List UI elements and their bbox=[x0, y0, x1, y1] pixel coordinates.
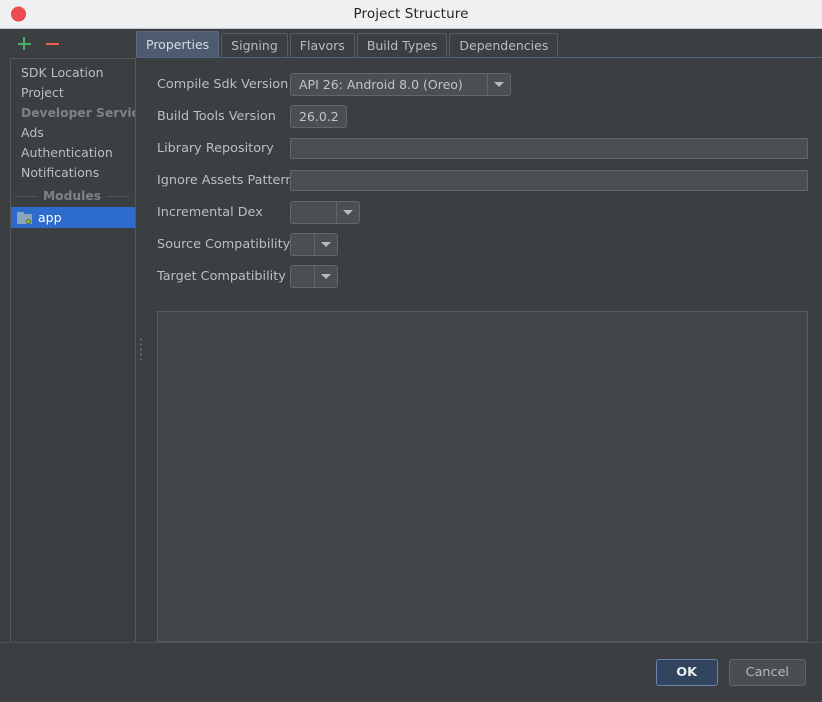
sidebar-item-app[interactable]: app bbox=[11, 207, 135, 228]
plus-icon[interactable] bbox=[14, 34, 34, 54]
split-pane: SDK Location Project Developer Servic...… bbox=[0, 58, 822, 642]
form-row-ignore-assets-pattern: Ignore Assets Pattern bbox=[157, 164, 808, 196]
tab-signing[interactable]: Signing bbox=[221, 33, 288, 57]
tab-label: Flavors bbox=[299, 38, 345, 53]
ignore-assets-pattern-input[interactable] bbox=[290, 169, 808, 191]
form-row-build-tools-version: Build Tools Version 26.0.2 bbox=[157, 100, 808, 132]
target-compatibility-value bbox=[291, 266, 314, 287]
modules-group-separator: Modules bbox=[11, 186, 135, 206]
form-row-source-compatibility: Source Compatibility bbox=[157, 228, 808, 260]
modules-group-label: Modules bbox=[42, 189, 102, 203]
separator-line-right bbox=[107, 195, 129, 197]
library-repository-input[interactable] bbox=[290, 137, 808, 159]
title-bar: Project Structure bbox=[0, 0, 822, 29]
source-compatibility-combo[interactable] bbox=[290, 232, 338, 256]
empty-content-panel bbox=[157, 311, 808, 642]
tab-label: Dependencies bbox=[459, 38, 549, 53]
cancel-button[interactable]: Cancel bbox=[728, 659, 806, 686]
dialog-body: Properties Signing Flavors Build Types D… bbox=[0, 29, 822, 702]
source-compatibility-value bbox=[291, 234, 314, 255]
tab-dependencies[interactable]: Dependencies bbox=[449, 33, 559, 57]
label-target-compatibility: Target Compatibility bbox=[157, 268, 286, 284]
tab-build-types[interactable]: Build Types bbox=[356, 33, 448, 57]
close-icon[interactable] bbox=[11, 6, 26, 22]
sidebar-toolbar bbox=[0, 29, 136, 58]
project-structure-window: Project Structure Properties Signing Fla… bbox=[0, 0, 822, 702]
label-incremental-dex: Incremental Dex bbox=[157, 204, 263, 220]
chevron-down-icon[interactable] bbox=[336, 201, 359, 223]
minus-icon[interactable] bbox=[42, 34, 62, 54]
properties-form: Compile Sdk Version API 26: Android 8.0 … bbox=[146, 58, 808, 292]
form-row-incremental-dex: Incremental Dex bbox=[157, 196, 808, 228]
label-library-repository: Library Repository bbox=[157, 140, 274, 156]
incremental-dex-combo[interactable] bbox=[290, 200, 360, 224]
compile-sdk-version-combo[interactable]: API 26: Android 8.0 (Oreo) bbox=[290, 72, 511, 96]
chevron-down-icon[interactable] bbox=[487, 73, 510, 95]
sidebar-header-developer-services: Developer Servic... bbox=[21, 106, 135, 120]
label-source-compatibility: Source Compatibility bbox=[157, 236, 291, 252]
label-ignore-assets-pattern: Ignore Assets Pattern bbox=[157, 172, 294, 188]
sidebar-item-notifications[interactable]: Notifications bbox=[11, 163, 135, 183]
tab-label: Build Types bbox=[366, 38, 438, 53]
label-build-tools-version: Build Tools Version bbox=[157, 108, 276, 124]
incremental-dex-value bbox=[291, 202, 336, 223]
label-compile-sdk-version: Compile Sdk Version bbox=[157, 76, 289, 92]
pane-splitter[interactable] bbox=[136, 58, 146, 642]
form-row-compile-sdk-version: Compile Sdk Version API 26: Android 8.0 … bbox=[157, 68, 808, 100]
sidebar-item-label: app bbox=[38, 209, 62, 225]
tab-bar: Properties Signing Flavors Build Types D… bbox=[136, 29, 822, 58]
chevron-down-icon[interactable] bbox=[314, 265, 337, 287]
tab-flavors[interactable]: Flavors bbox=[289, 33, 355, 57]
compile-sdk-version-value: API 26: Android 8.0 (Oreo) bbox=[299, 76, 463, 92]
sidebar-item-authentication[interactable]: Authentication bbox=[11, 143, 135, 163]
tab-label: Properties bbox=[146, 37, 210, 52]
window-title: Project Structure bbox=[353, 6, 469, 22]
sidebar-item-sdk-location[interactable]: SDK Location bbox=[11, 63, 135, 83]
top-row: Properties Signing Flavors Build Types D… bbox=[0, 29, 822, 58]
dialog-footer: OK Cancel bbox=[0, 642, 822, 702]
form-row-library-repository: Library Repository bbox=[157, 132, 808, 164]
properties-panel: Compile Sdk Version API 26: Android 8.0 … bbox=[146, 58, 822, 642]
sidebar-item-project[interactable]: Project bbox=[11, 83, 135, 103]
ok-button[interactable]: OK bbox=[655, 659, 718, 686]
folder-icon bbox=[17, 211, 32, 224]
tab-label: Signing bbox=[231, 38, 278, 53]
sidebar-item-ads[interactable]: Ads bbox=[11, 123, 135, 143]
target-compatibility-combo[interactable] bbox=[290, 264, 338, 288]
separator-line-left bbox=[15, 195, 37, 197]
build-tools-version-value: 26.0.2 bbox=[299, 108, 339, 124]
form-row-target-compatibility: Target Compatibility bbox=[157, 260, 808, 292]
tab-properties[interactable]: Properties bbox=[136, 31, 220, 57]
chevron-down-icon[interactable] bbox=[314, 233, 337, 255]
splitter-grip-icon bbox=[139, 337, 143, 363]
build-tools-version-combo[interactable]: 26.0.2 bbox=[290, 104, 347, 128]
sidebar-list: SDK Location Project Developer Servic...… bbox=[10, 58, 136, 642]
